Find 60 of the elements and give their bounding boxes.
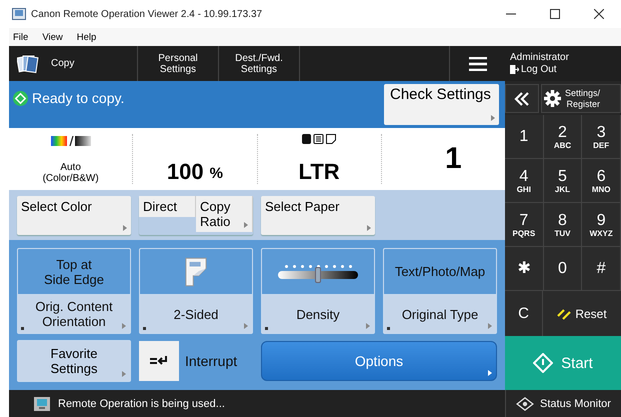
keypad-key[interactable]: 2 ABC	[544, 115, 582, 159]
logout-icon	[510, 65, 519, 74]
keypad-key[interactable]: 7 PQRS	[505, 203, 544, 247]
double-chevron-icon	[514, 92, 530, 106]
keypad-key[interactable]: 8 TUV	[544, 203, 582, 247]
user-name: Administrator	[510, 52, 570, 64]
copies-count: 1	[445, 142, 462, 176]
status-bar-message: Remote Operation is being used...	[58, 398, 225, 410]
keypad-key[interactable]: 9 WXYZ	[582, 203, 621, 247]
interrupt-button[interactable]	[139, 341, 179, 381]
function-tile[interactable]: 2-Sided	[139, 248, 253, 334]
close-icon[interactable]	[594, 9, 604, 19]
settings-register-button[interactable]: Settings/ Register	[541, 84, 621, 113]
log-out-button[interactable]: Log Out	[510, 64, 557, 75]
options-button[interactable]: Options	[261, 341, 497, 381]
function-tile[interactable]: Top at Side Edge Orig. Content Orientation	[17, 248, 131, 334]
copy-ratio-value: 100	[166, 160, 204, 184]
reset-slash-icon	[557, 308, 572, 320]
check-settings-button[interactable]: Check Settings	[384, 84, 499, 125]
paper-source-icon	[302, 134, 336, 144]
clear-key[interactable]: C	[505, 291, 543, 336]
keypad-key[interactable]: 6 MNO	[582, 159, 621, 203]
keypad-key[interactable]: 3 DEF	[582, 115, 621, 159]
function-tile[interactable]: Text/Photo/Map Original Type	[383, 248, 497, 334]
start-icon	[533, 353, 554, 373]
ratio-unit: %	[210, 164, 223, 184]
app-icon	[12, 8, 26, 20]
status-monitor-button[interactable]: Status Monitor	[505, 390, 621, 417]
menu-icon	[468, 56, 486, 70]
monitor-icon	[34, 396, 50, 410]
keypad-key[interactable]: #	[582, 247, 621, 291]
keypad-key[interactable]: 0	[544, 247, 582, 291]
collapse-button[interactable]	[505, 84, 539, 113]
keypad-key[interactable]: 1	[505, 115, 544, 159]
color-mode-value: Auto (Color/B&W)	[42, 162, 99, 184]
setting-button[interactable]: Select Paper	[261, 196, 375, 235]
menu-item[interactable]: View	[42, 32, 63, 42]
interrupt-icon	[150, 355, 168, 367]
menu-item[interactable]: File	[13, 32, 28, 42]
two-sided-page-icon	[185, 256, 207, 286]
direct-button[interactable]: Direct	[139, 196, 196, 217]
eye-icon	[516, 396, 534, 410]
setting-button[interactable]: Select Color	[17, 196, 131, 235]
color-mode-icon	[50, 136, 91, 146]
window-title: Canon Remote Operation Viewer 2.4 - 10.99.173.37	[31, 8, 262, 20]
ready-icon	[13, 91, 28, 106]
favorite-settings-button[interactable]: Favorite Settings	[17, 340, 131, 382]
keypad-key[interactable]: ✱	[505, 247, 544, 291]
settings-icon	[544, 90, 561, 107]
documents-icon	[17, 54, 39, 74]
status-message: Ready to copy.	[32, 90, 124, 106]
paper-size-value: LTR	[298, 160, 340, 184]
reset-button[interactable]: Reset	[543, 291, 621, 336]
menu-item[interactable]: Help	[76, 32, 96, 42]
interrupt-label: Interrupt	[185, 353, 238, 369]
copy-ratio-button[interactable]: Copy Ratio	[196, 196, 253, 232]
function-tile[interactable]: Density	[261, 248, 375, 334]
keypad-key[interactable]: 5 JKL	[544, 159, 582, 203]
keypad-key[interactable]: 4 GHI	[505, 159, 544, 203]
maximize-icon[interactable]	[550, 9, 560, 19]
